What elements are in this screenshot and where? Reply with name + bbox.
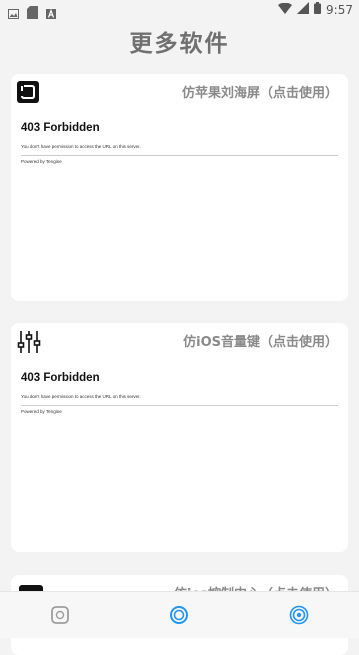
app-card-notch[interactable]: 仿苹果刘海屏（点击使用） 403 Forbidden You don't hav…: [11, 74, 348, 301]
nav-icon-left: [51, 606, 69, 624]
card-title: 仿苹果刘海屏（点击使用）: [181, 86, 338, 101]
error-footer: Powered by Tengine: [21, 159, 62, 164]
wifi-icon: [278, 2, 293, 17]
page-title: 更多软件: [129, 31, 230, 57]
gallery-notification-icon: [8, 4, 19, 23]
bottom-navigation: [0, 591, 359, 638]
status-bar: 9:57: [0, 0, 359, 20]
nav-icon-center: [170, 606, 188, 624]
error-heading: 403 Forbidden: [21, 372, 100, 384]
nav-item-right[interactable]: [289, 605, 309, 625]
sd-card-notification-icon: [27, 4, 38, 23]
error-footer: Powered by Tengine: [21, 409, 62, 414]
app-a-notification-icon: [46, 4, 56, 23]
nav-item-left[interactable]: [50, 605, 70, 625]
error-heading: 403 Forbidden: [21, 122, 100, 134]
divider: [21, 405, 338, 406]
nav-item-center[interactable]: [169, 605, 189, 625]
battery-icon: [314, 2, 322, 17]
webview-error-page: 403 Forbidden You don't have permission …: [21, 122, 338, 164]
divider: [21, 155, 338, 156]
app-card-volume[interactable]: 仿iOS音量键（点击使用） 403 Forbidden You don't ha…: [11, 323, 348, 552]
signal-icon: [297, 2, 310, 17]
error-message: You don't have permission to access the …: [21, 394, 141, 399]
card-title: 仿iOS音量键（点击使用）: [183, 335, 338, 350]
rounded-square-app-icon: [17, 81, 39, 107]
status-time: 9:57: [326, 2, 353, 17]
sliders-icon: [17, 330, 41, 358]
webview-error-page: 403 Forbidden You don't have permission …: [21, 372, 338, 414]
error-message: You don't have permission to access the …: [21, 144, 141, 149]
nav-icon-right: [289, 605, 309, 625]
